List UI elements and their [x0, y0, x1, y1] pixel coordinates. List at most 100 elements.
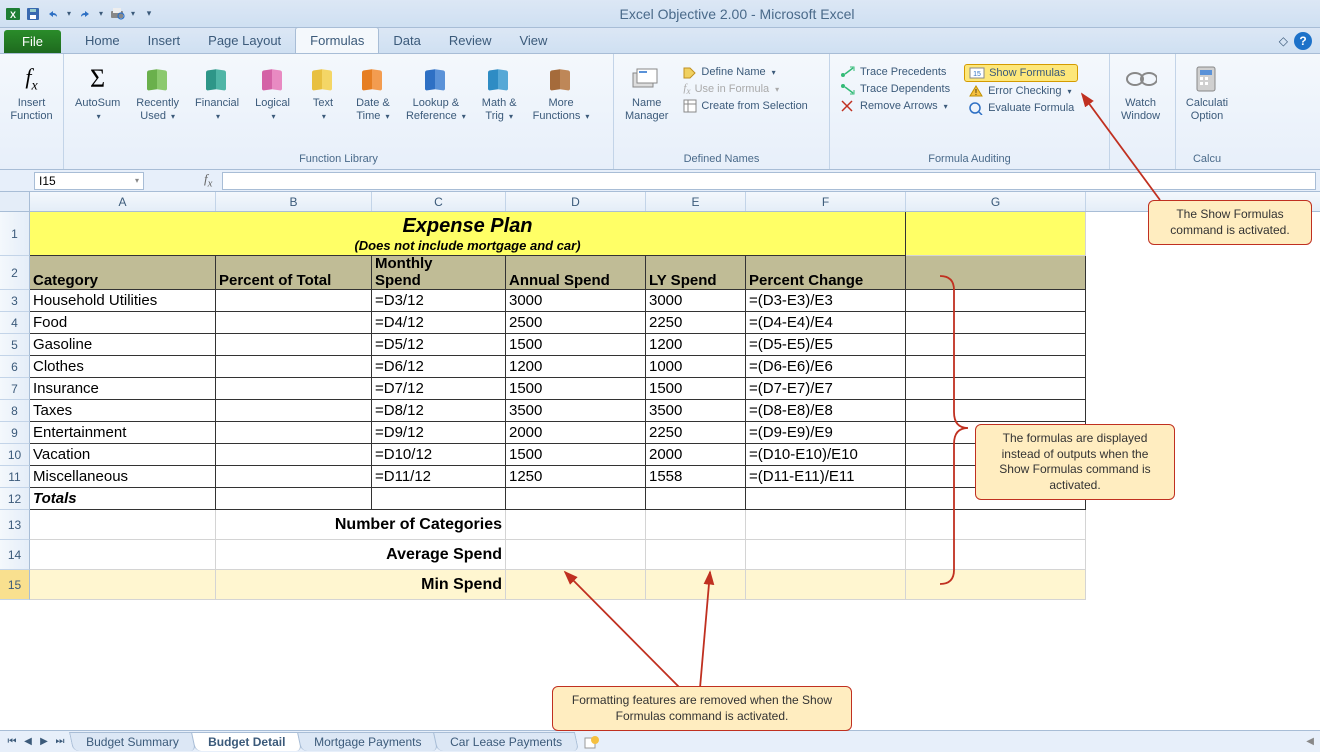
tab-page-layout[interactable]: Page Layout [194, 28, 295, 53]
data-cell[interactable]: 1500 [506, 378, 646, 400]
row-header[interactable]: 13 [0, 510, 30, 540]
cell[interactable] [906, 256, 1086, 290]
formula-input[interactable] [222, 172, 1316, 190]
data-cell[interactable]: =(D6-E6)/E6 [746, 356, 906, 378]
column-header[interactable]: F [746, 192, 906, 211]
data-cell[interactable]: 3000 [506, 290, 646, 312]
data-cell[interactable]: Miscellaneous [30, 466, 216, 488]
data-cell[interactable] [372, 488, 506, 510]
data-cell[interactable] [216, 444, 372, 466]
data-cell[interactable] [216, 488, 372, 510]
data-cell[interactable]: =D6/12 [372, 356, 506, 378]
last-sheet-icon[interactable]: ⏭ [52, 734, 68, 750]
define-name-button[interactable]: Define Name ▾ [679, 64, 811, 80]
data-cell[interactable]: =(D10-E10)/E10 [746, 444, 906, 466]
text-button[interactable]: Text▾ [301, 60, 345, 126]
create-from-selection-button[interactable]: Create from Selection [679, 98, 811, 114]
data-cell[interactable] [216, 400, 372, 422]
data-cell[interactable] [216, 466, 372, 488]
cell[interactable] [30, 510, 216, 540]
cell[interactable] [906, 356, 1086, 378]
more-functions-button[interactable]: More Functions ▾ [528, 60, 595, 126]
cell[interactable] [646, 510, 746, 540]
name-manager-button[interactable]: Name Manager [620, 60, 673, 126]
row-header[interactable]: 9 [0, 422, 30, 444]
data-cell[interactable]: Clothes [30, 356, 216, 378]
data-cell[interactable] [216, 312, 372, 334]
column-header[interactable]: E [646, 192, 746, 211]
column-header[interactable]: A [30, 192, 216, 211]
spreadsheet-grid[interactable]: A B C D E F G 123456789101112131415 Expe… [0, 192, 1320, 732]
data-cell[interactable] [216, 378, 372, 400]
print-preview-icon[interactable] [108, 5, 126, 23]
math-trig-button[interactable]: Math & Trig ▾ [477, 60, 522, 126]
cell[interactable] [646, 570, 746, 600]
stat-label[interactable]: Average Spend [216, 540, 506, 570]
fx-icon[interactable]: fx [204, 171, 212, 190]
data-cell[interactable]: Insurance [30, 378, 216, 400]
row-header[interactable]: 2 [0, 256, 30, 290]
cell[interactable] [506, 510, 646, 540]
data-cell[interactable]: 1200 [506, 356, 646, 378]
lookup-reference-button[interactable]: Lookup & Reference ▾ [401, 60, 471, 126]
row-header[interactable]: 7 [0, 378, 30, 400]
cell[interactable] [746, 510, 906, 540]
data-cell[interactable]: =(D8-E8)/E8 [746, 400, 906, 422]
cell[interactable] [906, 400, 1086, 422]
dropdown-icon[interactable]: ▾ [96, 5, 106, 23]
data-cell[interactable]: 1250 [506, 466, 646, 488]
cell[interactable] [906, 540, 1086, 570]
data-cell[interactable]: =D9/12 [372, 422, 506, 444]
cell[interactable] [906, 378, 1086, 400]
data-cell[interactable]: Household Utilities [30, 290, 216, 312]
autosum-button[interactable]: ΣAutoSum▾ [70, 60, 125, 126]
data-cell[interactable] [216, 290, 372, 312]
sheet-tab-car-lease-payments[interactable]: Car Lease Payments [433, 732, 579, 751]
undo-icon[interactable] [44, 5, 62, 23]
data-cell[interactable]: 3500 [646, 400, 746, 422]
cell[interactable] [746, 570, 906, 600]
data-cell[interactable]: =D11/12 [372, 466, 506, 488]
column-header-cell[interactable]: LY Spend [646, 256, 746, 290]
watch-window-button[interactable]: Watch Window [1116, 60, 1165, 126]
data-cell[interactable]: Gasoline [30, 334, 216, 356]
data-cell[interactable]: =D7/12 [372, 378, 506, 400]
tab-formulas[interactable]: Formulas [295, 27, 379, 53]
data-cell[interactable] [216, 334, 372, 356]
row-header[interactable]: 6 [0, 356, 30, 378]
first-sheet-icon[interactable]: ⏮ [4, 734, 20, 750]
row-header[interactable]: 15 [0, 570, 30, 600]
data-cell[interactable]: Food [30, 312, 216, 334]
cell[interactable] [30, 570, 216, 600]
data-cell[interactable]: =(D7-E7)/E7 [746, 378, 906, 400]
column-header-cell[interactable]: Percent Change [746, 256, 906, 290]
row-header[interactable]: 8 [0, 400, 30, 422]
data-cell[interactable]: =(D4-E4)/E4 [746, 312, 906, 334]
recently-used-button[interactable]: Recently Used ▾ [131, 60, 184, 126]
qat-customize-icon[interactable]: ▾ [140, 5, 158, 23]
data-cell[interactable]: =(D3-E3)/E3 [746, 290, 906, 312]
cell[interactable] [906, 312, 1086, 334]
tab-home[interactable]: Home [71, 28, 134, 53]
column-header[interactable]: B [216, 192, 372, 211]
data-cell[interactable]: =(D5-E5)/E5 [746, 334, 906, 356]
file-tab[interactable]: File [4, 30, 61, 53]
data-cell[interactable]: 2250 [646, 312, 746, 334]
cell[interactable] [906, 570, 1086, 600]
row-header[interactable]: 5 [0, 334, 30, 356]
data-cell[interactable]: 2500 [506, 312, 646, 334]
row-header[interactable]: 11 [0, 466, 30, 488]
data-cell[interactable]: =D8/12 [372, 400, 506, 422]
data-cell[interactable]: =(D11-E11)/E11 [746, 466, 906, 488]
data-cell[interactable]: 3500 [506, 400, 646, 422]
next-sheet-icon[interactable]: ▶ [36, 734, 52, 750]
data-cell[interactable]: 3000 [646, 290, 746, 312]
evaluate-formula-button[interactable]: Evaluate Formula [964, 100, 1078, 116]
row-header[interactable]: 10 [0, 444, 30, 466]
row-header[interactable]: 14 [0, 540, 30, 570]
new-sheet-icon[interactable] [584, 734, 600, 750]
data-cell[interactable]: 1200 [646, 334, 746, 356]
tab-view[interactable]: View [505, 28, 561, 53]
row-header[interactable]: 12 [0, 488, 30, 510]
insert-function-button[interactable]: fx Insert Function [6, 60, 57, 126]
